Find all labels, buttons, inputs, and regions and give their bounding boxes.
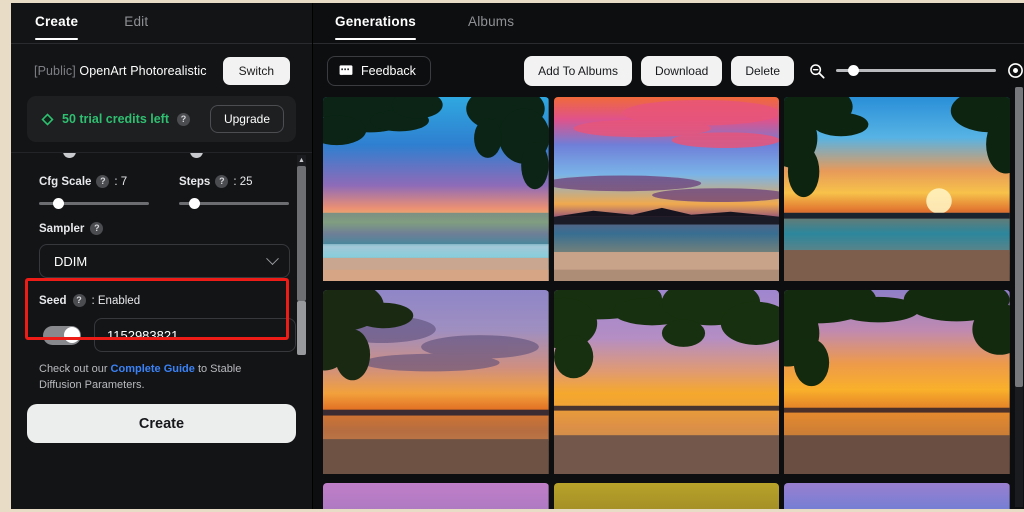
gallery-item[interactable] [323, 290, 549, 478]
zoom-slider-knob[interactable] [848, 64, 860, 76]
tab-create[interactable]: Create [35, 3, 79, 40]
main-panel: Generations Albums Feedback Add To Album… [313, 3, 1024, 509]
guide-prefix: Check out our [39, 363, 111, 375]
parameters-scroll-area: Cfg Scale ? : 7 Steps ? : 25 Sampler ? D… [11, 152, 312, 356]
thumbnail-image [553, 97, 780, 282]
generations-gallery [323, 97, 1010, 509]
left-panel: Create Edit [Public] OpenArt Photorealis… [11, 3, 313, 509]
gallery-item[interactable] [553, 483, 780, 509]
cfg-scale-label: Cfg Scale [39, 175, 92, 188]
steps-label: Steps [179, 175, 211, 188]
seed-help-icon[interactable]: ? [72, 294, 86, 307]
sidebar-scrollbar-thumb-lower[interactable] [297, 301, 306, 355]
gallery-item[interactable] [784, 97, 1010, 285]
steps-slider-knob[interactable] [188, 198, 200, 209]
main-toolbar: Feedback Add To Albums Download Delete [313, 44, 1024, 97]
steps-label-row: Steps ? : 25 [179, 175, 289, 188]
model-title: OpenArt Photorealistic [79, 64, 207, 78]
model-visibility-tag: [Public] [34, 64, 76, 78]
gallery-item[interactable] [784, 483, 1010, 509]
magnifier-minus-icon[interactable] [809, 63, 825, 79]
sidebar-scrollbar-thumb[interactable] [297, 166, 306, 301]
sampler-label: Sampler [39, 222, 85, 235]
switch-model-button[interactable]: Switch [222, 57, 290, 85]
chevron-down-icon [266, 251, 279, 265]
gallery-scrollbar[interactable] [1015, 87, 1023, 507]
slider-row: Cfg Scale ? : 7 Steps ? : 25 [11, 153, 312, 209]
seed-input[interactable] [94, 318, 296, 352]
credits-label: 50 trial credits left [62, 112, 169, 126]
gallery-item[interactable] [553, 97, 780, 285]
tab-albums[interactable]: Albums [468, 3, 514, 29]
magnifier-plus-icon[interactable] [1007, 62, 1024, 79]
seed-toggle[interactable] [43, 325, 81, 345]
gem-icon [41, 112, 54, 126]
thumbnail-image [323, 97, 549, 282]
gallery-item[interactable] [553, 290, 780, 478]
seed-label-row: Seed ? : Enabled [11, 278, 312, 307]
gallery-item[interactable] [323, 483, 549, 509]
toolbar-right-group: Add To Albums Download Delete [524, 55, 1024, 86]
seed-row [11, 307, 312, 352]
guide-note: Check out our Complete Guide to Stable D… [11, 356, 312, 393]
gallery-scrollbar-thumb[interactable] [1015, 87, 1023, 387]
sidebar-scrollbar[interactable]: ▲ [297, 155, 306, 355]
zoom-control [809, 62, 1024, 79]
thumbnail-image [553, 290, 780, 475]
gallery-item[interactable] [784, 290, 1010, 478]
thumbnail-image [784, 97, 1010, 282]
seed-label: Seed [39, 294, 67, 307]
sidebar-tabbar: Create Edit [11, 3, 312, 44]
model-row: [Public] OpenArt Photorealistic Switch [11, 44, 312, 85]
zoom-slider[interactable] [836, 64, 996, 76]
app-window: Create Edit [Public] OpenArt Photorealis… [11, 3, 1024, 509]
credits-help-icon[interactable]: ? [177, 112, 190, 126]
cfg-scale-slider[interactable] [39, 198, 149, 209]
steps-help-icon[interactable]: ? [215, 175, 229, 188]
steps-slider[interactable] [179, 198, 289, 209]
cfg-scale-control: Cfg Scale ? : 7 [39, 175, 149, 209]
upgrade-button[interactable]: Upgrade [209, 105, 284, 133]
model-name-label: [Public] OpenArt Photorealistic [34, 64, 207, 78]
credits-banner: 50 trial credits left ? Upgrade [27, 96, 296, 142]
gallery-item[interactable] [323, 97, 549, 285]
thumbnail-image [323, 483, 549, 509]
tab-edit[interactable]: Edit [124, 3, 148, 29]
feedback-label: Feedback [361, 63, 416, 78]
thumbnail-image [784, 483, 1010, 509]
complete-guide-link[interactable]: Complete Guide [111, 363, 195, 375]
sampler-selected-value: DDIM [54, 253, 88, 269]
main-tabbar: Generations Albums [313, 3, 1024, 44]
delete-button[interactable]: Delete [731, 55, 794, 86]
cfg-scale-help-icon[interactable]: ? [96, 175, 110, 188]
thumbnail-image [784, 290, 1010, 475]
thumbnail-image [323, 290, 549, 475]
seed-toggle-thumb [63, 327, 80, 343]
add-to-albums-button[interactable]: Add To Albums [524, 55, 632, 86]
steps-control: Steps ? : 25 [179, 175, 289, 209]
tab-generations[interactable]: Generations [335, 3, 416, 40]
steps-value: : 25 [233, 175, 253, 188]
seed-state: : Enabled [91, 294, 141, 307]
sampler-label-row: Sampler ? [11, 205, 312, 235]
feedback-button[interactable]: Feedback [327, 55, 431, 86]
download-button[interactable]: Download [640, 55, 723, 86]
scroll-up-arrow-icon[interactable]: ▲ [297, 156, 306, 165]
cfg-scale-value: : 7 [114, 175, 128, 188]
gallery-grid [323, 97, 1010, 509]
sampler-select[interactable]: DDIM [39, 244, 290, 278]
sampler-help-icon[interactable]: ? [90, 222, 104, 235]
cfg-scale-label-row: Cfg Scale ? : 7 [39, 175, 149, 188]
comment-icon [339, 64, 353, 75]
create-button[interactable]: Create [27, 404, 296, 443]
thumbnail-image [553, 483, 780, 509]
